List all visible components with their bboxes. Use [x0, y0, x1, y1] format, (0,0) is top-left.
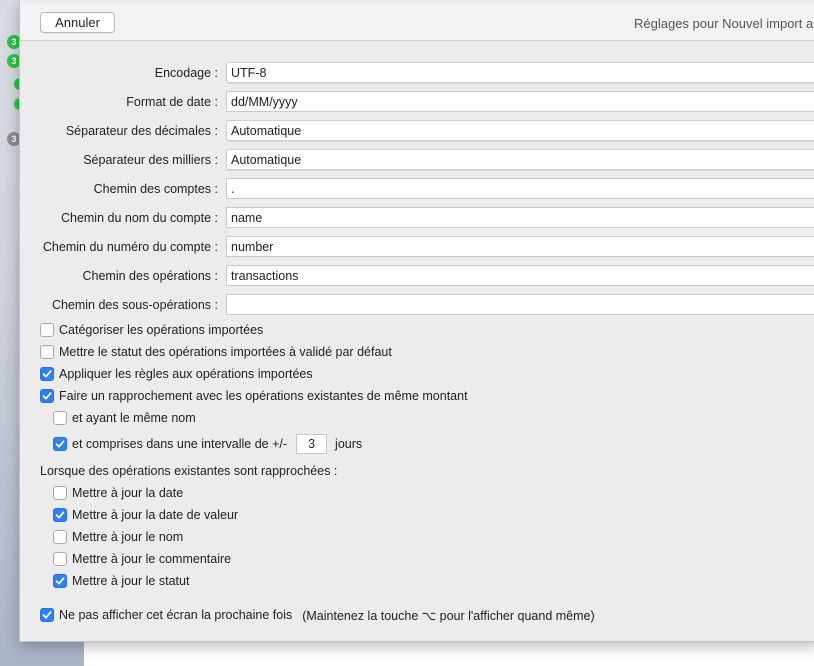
option-label: Mettre à jour la date de valeur	[72, 508, 239, 522]
option-label: Mettre le statut des opérations importée…	[59, 345, 392, 359]
option-validated-status[interactable]: Mettre le statut des opérations importée…	[40, 343, 392, 361]
field-text-input[interactable]: dd/MM/yyyy	[226, 91, 814, 112]
field-label: Chemin du numéro du compte :	[42, 240, 218, 254]
sheet-header: Annuler Réglages pour Nouvel import a	[20, 4, 814, 41]
option-label: Catégoriser les opérations importées	[59, 323, 264, 337]
settings-field-row: Chemin des comptes :.	[20, 178, 814, 200]
option-label: Mettre à jour la date	[72, 486, 184, 500]
update-section-label: Lorsque des opérations existantes sont r…	[40, 464, 338, 478]
field-text-input[interactable]: transactions	[226, 265, 814, 286]
option-hint: (Maintenez la touche ⌥ pour l'afficher q…	[302, 608, 595, 623]
option-label: et ayant le même nom	[72, 411, 196, 425]
option-reconcile[interactable]: Faire un rapprochement avec les opératio…	[40, 387, 468, 405]
settings-field-row: Encodage : UTF-8	[20, 62, 814, 84]
checkbox[interactable]	[53, 486, 67, 500]
update-option-comment[interactable]: Mettre à jour le commentaire	[53, 550, 231, 568]
field-label: Séparateur des milliers :	[83, 153, 218, 167]
option-interval[interactable]: et comprises dans une intervalle de +/- …	[53, 433, 362, 455]
option-apply-rules[interactable]: Appliquer les règles aux opérations impo…	[40, 365, 313, 383]
option-dont-show-again[interactable]: Ne pas afficher cet écran la prochaine f…	[40, 606, 595, 624]
option-same-name[interactable]: et ayant le même nom	[53, 409, 196, 427]
checkbox[interactable]	[40, 345, 54, 359]
checkbox[interactable]	[53, 508, 67, 522]
checkbox[interactable]	[53, 411, 67, 425]
background-main-area	[84, 640, 814, 666]
checkbox[interactable]	[40, 323, 54, 337]
update-option-status[interactable]: Mettre à jour le statut	[53, 572, 189, 590]
interval-days-field[interactable]: 3	[296, 434, 328, 454]
field-label: Chemin des opérations :	[82, 269, 219, 283]
update-option-value-date[interactable]: Mettre à jour la date de valeur	[53, 506, 238, 524]
option-label: et comprises dans une intervalle de +/-	[72, 437, 288, 451]
field-text-input[interactable]: name	[226, 207, 814, 228]
field-label: Format de date :	[126, 95, 218, 109]
option-label: Faire un rapprochement avec les opératio…	[59, 389, 468, 403]
settings-field-row: Séparateur des décimales : Automatique	[20, 120, 814, 142]
field-label: Chemin du nom du compte :	[60, 211, 218, 225]
update-option-name[interactable]: Mettre à jour le nom	[53, 528, 183, 546]
field-popup-button[interactable]: Automatique	[226, 120, 814, 141]
settings-field-row: Chemin des opérations : transactions	[20, 265, 814, 287]
checkbox[interactable]	[53, 574, 67, 588]
checkbox[interactable]	[53, 552, 67, 566]
field-text-input[interactable]	[226, 294, 814, 315]
update-option-date[interactable]: Mettre à jour la date	[53, 484, 183, 502]
option-label: Ne pas afficher cet écran la prochaine f…	[59, 608, 293, 622]
option-label: Mettre à jour le nom	[72, 530, 184, 544]
option-categorize[interactable]: Catégoriser les opérations importées	[40, 321, 263, 339]
checkbox[interactable]	[40, 367, 54, 381]
sheet-title: Réglages pour Nouvel import a	[634, 16, 814, 31]
option-label: Mettre à jour le commentaire	[72, 552, 232, 566]
checkbox[interactable]	[40, 389, 54, 403]
interval-unit-label: jours	[335, 437, 363, 451]
option-label: Appliquer les règles aux opérations impo…	[59, 367, 313, 381]
settings-field-row: Format de date : dd/MM/yyyy	[20, 91, 814, 113]
field-text-input[interactable]: .	[226, 178, 814, 199]
checkbox[interactable]	[40, 608, 54, 622]
checkbox[interactable]	[53, 530, 67, 544]
field-label: Chemin des comptes :	[93, 182, 218, 196]
import-settings-sheet: Annuler Réglages pour Nouvel import a En…	[19, 0, 814, 642]
settings-field-row: Chemin du numéro du compte : number	[20, 236, 814, 258]
field-popup-button[interactable]: Automatique	[226, 149, 814, 170]
settings-field-row: Chemin des sous-opérations :	[20, 294, 814, 316]
settings-field-row: Séparateur des milliers : Automatique	[20, 149, 814, 171]
cancel-button[interactable]: Annuler	[40, 12, 115, 33]
field-popup-button[interactable]: UTF-8	[226, 62, 814, 83]
option-label: Mettre à jour le statut	[72, 574, 190, 588]
field-text-input[interactable]: number	[226, 236, 814, 257]
field-label: Encodage :	[154, 66, 218, 80]
field-label: Séparateur des décimales :	[65, 124, 218, 138]
checkbox[interactable]	[53, 437, 67, 451]
field-label: Chemin des sous-opérations :	[51, 298, 218, 312]
settings-field-row: Chemin du nom du compte : name	[20, 207, 814, 229]
